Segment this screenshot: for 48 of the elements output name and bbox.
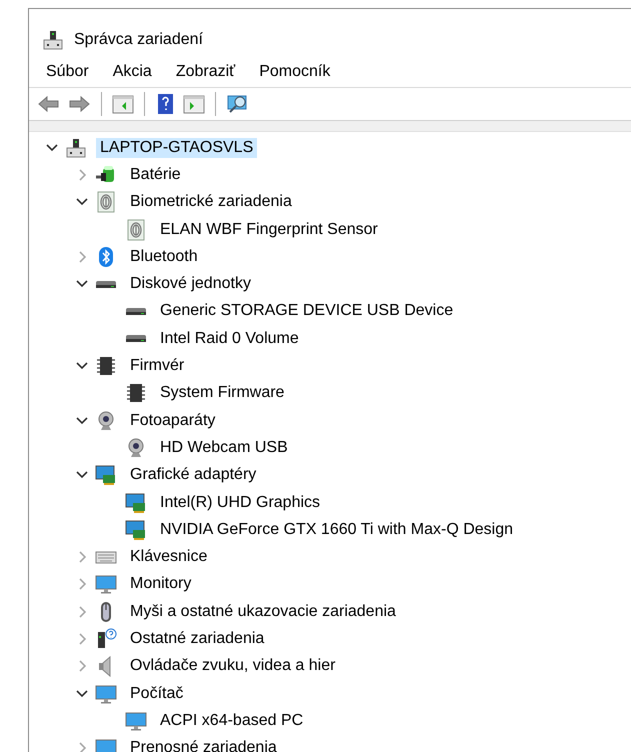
tree-item[interactable]: Firmvér (126, 356, 188, 376)
disk-drive-icon (125, 308, 147, 315)
window-title: Správca zariadení (74, 31, 203, 49)
network-computer-icon (65, 136, 87, 159)
tree-item[interactable]: Počítač (126, 684, 188, 704)
tree-item[interactable]: Klávesnice (126, 547, 212, 568)
fingerprint-icon (125, 218, 147, 241)
menu-item[interactable]: Súbor (44, 61, 91, 83)
monitor-icon (95, 682, 117, 705)
monitor-icon (125, 710, 147, 732)
tree-item[interactable]: System Firmware (156, 383, 288, 404)
menu-item[interactable]: Pomocník (257, 61, 332, 83)
disk-drive-icon (125, 335, 147, 342)
tree-item[interactable]: Ovládače zvuku, videa a hier (126, 656, 340, 676)
menu-item[interactable]: Akcia (110, 61, 154, 83)
tree-item[interactable]: Batérie (126, 164, 185, 185)
chip-icon (125, 382, 147, 404)
tree-item[interactable]: LAPTOP-GTAOSVLS (96, 138, 258, 158)
display-adapter-icon (95, 464, 117, 486)
tree-item[interactable]: Myši a ostatné ukazovacie zariadenia (126, 602, 400, 622)
tree-item[interactable]: Fotoaparáty (126, 410, 220, 431)
panel-right-icon[interactable] (183, 93, 205, 115)
unknown-device-icon (95, 628, 117, 650)
tree-item[interactable]: Monitory (126, 574, 196, 594)
chip-icon (95, 355, 117, 378)
display-adapter-icon (125, 492, 147, 514)
back-arrow-icon[interactable] (37, 93, 61, 115)
menu-item[interactable]: Zobraziť (174, 61, 238, 83)
tree-item[interactable]: Generic STORAGE DEVICE USB Device (156, 301, 458, 322)
tree-item[interactable]: HD Webcam USB (156, 438, 292, 458)
tree-item[interactable]: Grafické adaptéry (126, 465, 260, 486)
fingerprint-icon (95, 191, 117, 214)
disk-drive-icon (95, 280, 117, 288)
tree-item[interactable]: ELAN WBF Fingerprint Sensor (156, 220, 382, 240)
tree-item[interactable]: ACPI x64-based PC (156, 710, 308, 731)
forward-arrow-icon[interactable] (67, 93, 91, 115)
tree-item[interactable]: Bluetooth (126, 246, 202, 267)
display-adapter-icon (125, 518, 147, 541)
tree-item[interactable]: Diskové jednotky (126, 274, 255, 294)
tree-item[interactable]: Prenosné zariadenia (126, 738, 281, 752)
tree-item[interactable]: Intel Raid 0 Volume (156, 328, 303, 349)
tree-item[interactable]: Ostatné zariadenia (126, 628, 268, 649)
monitor-icon (95, 573, 117, 596)
tree-item[interactable]: Intel(R) UHD Graphics (156, 492, 324, 512)
panel-left-icon[interactable] (112, 93, 134, 115)
network-computer-icon (42, 29, 64, 51)
tree-item[interactable]: NVIDIA GeForce GTX 1660 Ti with Max-Q Design (156, 520, 518, 540)
tree-item[interactable]: Biometrické zariadenia (126, 192, 296, 212)
